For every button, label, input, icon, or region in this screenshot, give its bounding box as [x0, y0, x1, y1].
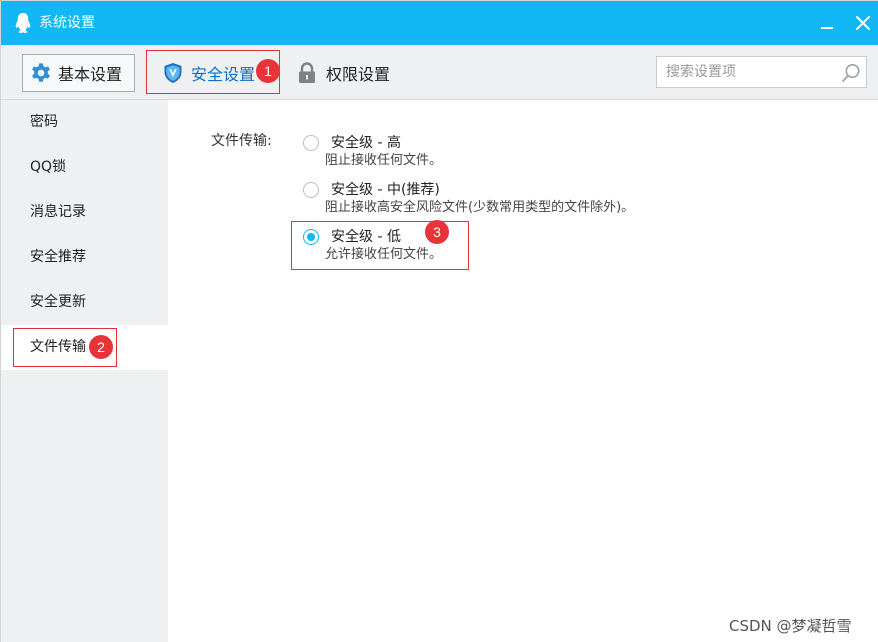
annotation-badge-2: 2 — [89, 335, 113, 359]
sidebar-item-label: 安全更新 — [30, 294, 86, 310]
minimize-button[interactable] — [815, 11, 839, 35]
sidebar-item-label: 文件传输 — [30, 339, 86, 355]
qq-penguin-icon — [15, 13, 31, 34]
shield-icon — [164, 63, 182, 83]
close-button[interactable] — [851, 11, 875, 35]
search-icon[interactable] — [840, 62, 862, 84]
sidebar-item-label: QQ锁 — [30, 159, 67, 175]
toolbar: 基本设置 安全设置 权限设置 — [1, 45, 878, 100]
search-input[interactable] — [657, 57, 837, 87]
sidebar-item-label: 密码 — [30, 114, 58, 130]
annotation-badge-3: 3 — [425, 220, 449, 244]
option-title: 安全级 - 低 — [331, 229, 401, 245]
sidebar-item-message-history[interactable]: 消息记录 — [1, 190, 168, 235]
file-transfer-section-label: 文件传输: — [211, 133, 272, 149]
radio-high[interactable] — [303, 135, 319, 151]
option-title: 安全级 - 中(推荐) — [331, 182, 440, 198]
sidebar-item-qq-lock[interactable]: QQ锁 — [1, 145, 168, 190]
permission-settings-button[interactable]: 权限设置 — [297, 54, 407, 92]
gear-icon — [32, 63, 50, 82]
sidebar: 密码 QQ锁 消息记录 安全推荐 安全更新 文件传输 — [1, 100, 168, 642]
sidebar-item-label: 安全推荐 — [30, 249, 86, 265]
close-icon — [856, 16, 870, 30]
settings-content: 文件传输: 安全级 - 高 阻止接收任何文件。 安全级 - 中(推荐) 阻止接收… — [168, 100, 878, 642]
option-description: 阻止接收高安全风险文件(少数常用类型的文件除外)。 — [325, 200, 635, 215]
basic-settings-button[interactable]: 基本设置 — [22, 54, 135, 92]
radio-medium[interactable] — [303, 182, 319, 198]
search-box — [656, 56, 867, 88]
sidebar-item-security-recommend[interactable]: 安全推荐 — [1, 235, 168, 280]
watermark-text: CSDN @梦凝哲雪 — [729, 617, 852, 635]
option-description: 允许接收任何文件。 — [325, 247, 443, 262]
title-bar[interactable]: 系统设置 — [1, 1, 878, 45]
basic-settings-label: 基本设置 — [58, 65, 123, 84]
settings-window: 系统设置 基本设置 安全设置 权限设置 搜索设置项 密码 QQ锁 消息记录 安全… — [0, 0, 878, 642]
sidebar-item-password[interactable]: 密码 — [1, 100, 168, 145]
annotation-badge-1: 1 — [256, 59, 280, 83]
security-settings-label: 安全设置 — [191, 65, 256, 84]
sidebar-item-label: 消息记录 — [30, 204, 86, 220]
option-description: 阻止接收任何文件。 — [325, 153, 443, 168]
radio-low[interactable] — [303, 229, 319, 245]
window-title: 系统设置 — [39, 15, 95, 31]
option-title: 安全级 - 高 — [331, 135, 401, 151]
sidebar-item-security-update[interactable]: 安全更新 — [1, 280, 168, 325]
lock-icon — [299, 62, 315, 83]
sidebar-item-file-transfer[interactable]: 文件传输 — [1, 325, 168, 370]
permission-settings-label: 权限设置 — [326, 65, 391, 84]
